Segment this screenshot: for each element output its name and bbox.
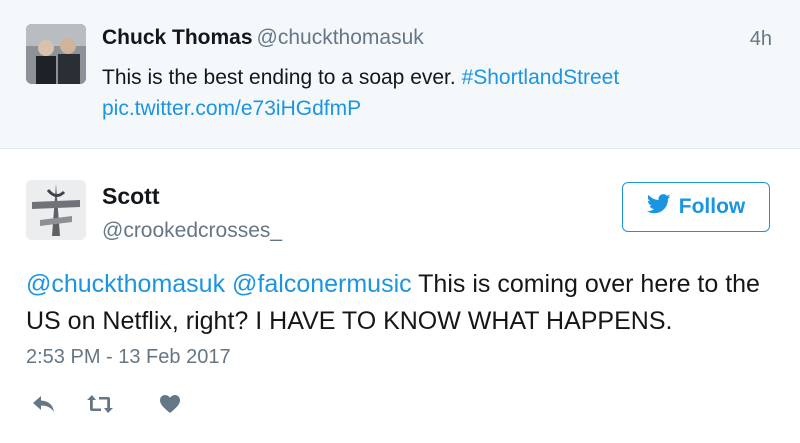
follow-label: Follow xyxy=(678,195,746,218)
parent-author: Chuck Thomas @chuckthomasuk xyxy=(102,26,424,50)
parent-tweet[interactable]: Chuck Thomas @chuckthomasuk 4h This is th… xyxy=(0,0,800,149)
author-avatar[interactable] xyxy=(26,180,86,240)
parent-author-handle[interactable]: @chuckthomasuk xyxy=(257,26,424,49)
parent-author-avatar[interactable] xyxy=(26,24,86,84)
tweet-text: @chuckthomasuk @falconermusic This is co… xyxy=(26,266,776,340)
author-handle[interactable]: @crookedcrosses_ xyxy=(102,219,282,243)
parent-tweet-time[interactable]: 4h xyxy=(750,28,772,51)
reply-button[interactable] xyxy=(30,395,58,417)
media-link[interactable]: pic.twitter.com/e73iHGdfmP xyxy=(102,97,361,120)
hashtag-link[interactable]: #ShortlandStreet xyxy=(462,66,620,89)
mention-link[interactable]: @chuckthomasuk xyxy=(26,270,225,298)
reply-icon xyxy=(32,395,56,418)
like-icon xyxy=(159,394,181,419)
tweet-timestamp[interactable]: 2:53 PM - 13 Feb 2017 xyxy=(26,346,231,369)
author-name[interactable]: Scott xyxy=(102,183,160,210)
retweet-button[interactable] xyxy=(86,394,114,419)
retweet-icon xyxy=(86,394,114,419)
twitter-bird-icon xyxy=(646,194,671,220)
like-button[interactable] xyxy=(156,394,184,419)
parent-tweet-text: This is the best ending to a soap ever. … xyxy=(102,62,742,124)
parent-tweet-body: This is the best ending to a soap ever. xyxy=(102,66,456,89)
mention-link[interactable]: @falconermusic xyxy=(232,270,412,298)
follow-button[interactable]: Follow xyxy=(622,182,770,232)
parent-author-name[interactable]: Chuck Thomas xyxy=(102,26,253,49)
